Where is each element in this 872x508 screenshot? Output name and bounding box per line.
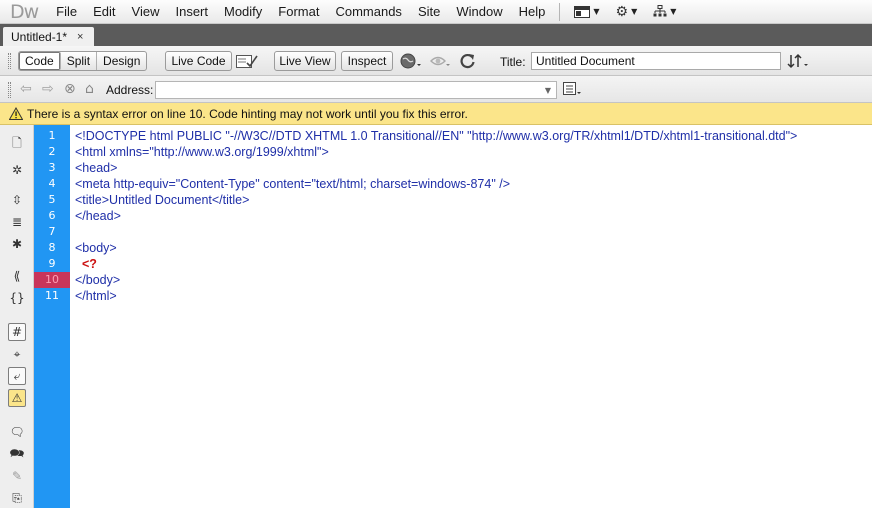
code-editor[interactable]: <!DOCTYPE html PUBLIC "-//W3C//DTD XHTML… xyxy=(70,125,872,508)
menu-separator xyxy=(559,2,561,21)
address-label: Address: xyxy=(106,83,154,97)
recent-snippets-icon[interactable]: ⎘ xyxy=(8,489,26,507)
gear-icon: ⚙ xyxy=(615,3,629,20)
refresh-icon xyxy=(460,54,475,69)
code-line-php-open[interactable]: <? xyxy=(75,256,97,272)
menu-modify[interactable]: Modify xyxy=(216,4,270,19)
menu-site[interactable]: Site xyxy=(410,4,448,19)
balance-braces-icon[interactable]: {} xyxy=(8,289,26,307)
code-line[interactable]: <!DOCTYPE html PUBLIC "-//W3C//DTD XHTML… xyxy=(75,128,797,144)
line-number: 5 xyxy=(48,193,56,206)
menu-format[interactable]: Format xyxy=(270,4,327,19)
error-line-number[interactable]: 10 xyxy=(34,272,70,288)
syntax-error-alerts-icon[interactable]: ⚠ xyxy=(8,389,26,407)
visual-aids-icon xyxy=(430,56,450,66)
line-number: 4 xyxy=(48,177,56,190)
coding-toolbar: 🗋 ✲ ⇳ ≣ ✱ ⟪ {} # ⌖ ⤶ ⚠ 🗨 🗪 ✎ ⎘ xyxy=(0,125,34,508)
toolbar-grip[interactable] xyxy=(8,82,11,98)
close-icon[interactable]: × xyxy=(77,31,83,43)
menu-view[interactable]: View xyxy=(124,4,168,19)
line-number: 6 xyxy=(48,209,56,222)
line-number: 2 xyxy=(48,145,56,158)
code-line[interactable]: <head> xyxy=(75,160,117,176)
menu-insert[interactable]: Insert xyxy=(167,4,216,19)
select-parent-tag-icon[interactable]: ⟪ xyxy=(8,267,26,285)
chevron-down-icon: ▼ xyxy=(670,7,677,16)
back-arrow-icon[interactable]: ⇦ xyxy=(20,81,32,97)
forward-arrow-icon[interactable]: ⇨ xyxy=(42,81,54,97)
wrap-tag-icon[interactable]: ✎ xyxy=(8,467,26,485)
line-number: 11 xyxy=(45,289,59,302)
split-view-button[interactable]: Split xyxy=(61,52,98,70)
open-documents-icon[interactable]: 🗋 xyxy=(8,135,26,153)
menu-help[interactable]: Help xyxy=(511,4,554,19)
line-number: 1 xyxy=(48,129,56,142)
stop-icon[interactable]: ⊗ xyxy=(64,81,76,97)
code-line[interactable]: </html> xyxy=(75,288,117,304)
extensions-menu-button[interactable]: ⚙ ▼ xyxy=(608,4,646,20)
view-switcher: Code Split Design xyxy=(18,51,148,71)
file-transfer-icon xyxy=(787,53,808,69)
line-numbers-icon[interactable]: # xyxy=(8,323,26,341)
globe-icon xyxy=(400,53,421,69)
browser-check-icon xyxy=(236,55,258,68)
browser-navigation-bar: ⇦ ⇨ ⊗ ⌂ Address: ▼ xyxy=(0,76,872,103)
toolbar-grip[interactable] xyxy=(8,53,11,69)
code-line-error[interactable]: </body> xyxy=(75,272,120,288)
line-number: 8 xyxy=(48,241,56,254)
code-line[interactable]: <html xmlns="http://www.w3.org/1999/xhtm… xyxy=(75,144,329,160)
document-tab-bar: Untitled-1* × xyxy=(0,24,872,46)
chevron-down-icon: ▼ xyxy=(631,7,638,16)
show-code-navigator-icon[interactable]: ✲ xyxy=(8,161,26,179)
app-logo: Dw xyxy=(10,0,39,23)
inspect-button[interactable]: Inspect xyxy=(341,51,393,71)
line-number: 3 xyxy=(48,161,56,174)
browser-options-icon[interactable] xyxy=(563,81,583,101)
visual-aids-button[interactable] xyxy=(428,52,452,70)
word-wrap-icon[interactable]: ⤶ xyxy=(8,367,26,385)
warning-icon xyxy=(9,107,23,120)
code-line[interactable]: <title>Untitled Document</title> xyxy=(75,192,249,208)
line-number-gutter: 1 2 3 4 5 6 7 8 9 10 11 xyxy=(34,125,70,508)
chevron-down-icon[interactable]: ▼ xyxy=(540,82,556,98)
menu-bar: Dw File Edit View Insert Modify Format C… xyxy=(0,0,872,24)
menu-window[interactable]: Window xyxy=(448,4,510,19)
expand-all-icon[interactable]: ✱ xyxy=(8,235,26,253)
syntax-error-bar[interactable]: There is a syntax error on line 10. Code… xyxy=(0,103,872,125)
address-input[interactable]: ▼ xyxy=(155,81,557,99)
chevron-down-icon: ▼ xyxy=(593,7,600,16)
design-view-button[interactable]: Design xyxy=(97,52,146,70)
code-view-button[interactable]: Code xyxy=(19,52,61,70)
syntax-error-message: There is a syntax error on line 10. Code… xyxy=(27,106,468,121)
highlight-invalid-code-icon[interactable]: ⌖ xyxy=(8,345,26,363)
site-menu-button[interactable]: ▼ xyxy=(645,5,684,18)
remove-comment-icon[interactable]: 🗪 xyxy=(8,445,26,463)
home-icon[interactable]: ⌂ xyxy=(85,81,94,97)
tab-label: Untitled-1* xyxy=(11,29,68,44)
line-number: 9 xyxy=(48,257,56,270)
site-icon xyxy=(653,5,667,17)
collapse-selection-icon[interactable]: ≣ xyxy=(8,213,26,231)
title-label: Title: xyxy=(500,55,526,69)
file-management-button[interactable] xyxy=(786,52,812,70)
document-title-input[interactable]: Untitled Document xyxy=(531,52,781,70)
apply-comment-icon[interactable]: 🗨 xyxy=(8,423,26,441)
tab-untitled-1[interactable]: Untitled-1* × xyxy=(3,27,94,46)
live-code-button[interactable]: Live Code xyxy=(165,51,232,71)
layout-icon xyxy=(574,5,591,18)
collapse-full-tag-icon[interactable]: ⇳ xyxy=(8,191,26,209)
menu-edit[interactable]: Edit xyxy=(85,4,123,19)
layout-menu-button[interactable]: ▼ xyxy=(566,5,607,18)
refresh-button[interactable] xyxy=(458,52,478,70)
code-line[interactable]: </head> xyxy=(75,208,121,224)
check-browser-compatibility-button[interactable] xyxy=(235,52,259,70)
menu-commands[interactable]: Commands xyxy=(327,4,409,19)
code-line[interactable]: <meta http-equiv="Content-Type" content=… xyxy=(75,176,510,192)
menu-file[interactable]: File xyxy=(48,4,85,19)
line-number: 7 xyxy=(48,225,56,238)
code-line[interactable]: <body> xyxy=(75,240,117,256)
document-toolbar: Code Split Design Live Code Live View In… xyxy=(0,46,872,76)
preview-in-browser-button[interactable] xyxy=(399,52,423,70)
live-view-button[interactable]: Live View xyxy=(274,51,336,71)
